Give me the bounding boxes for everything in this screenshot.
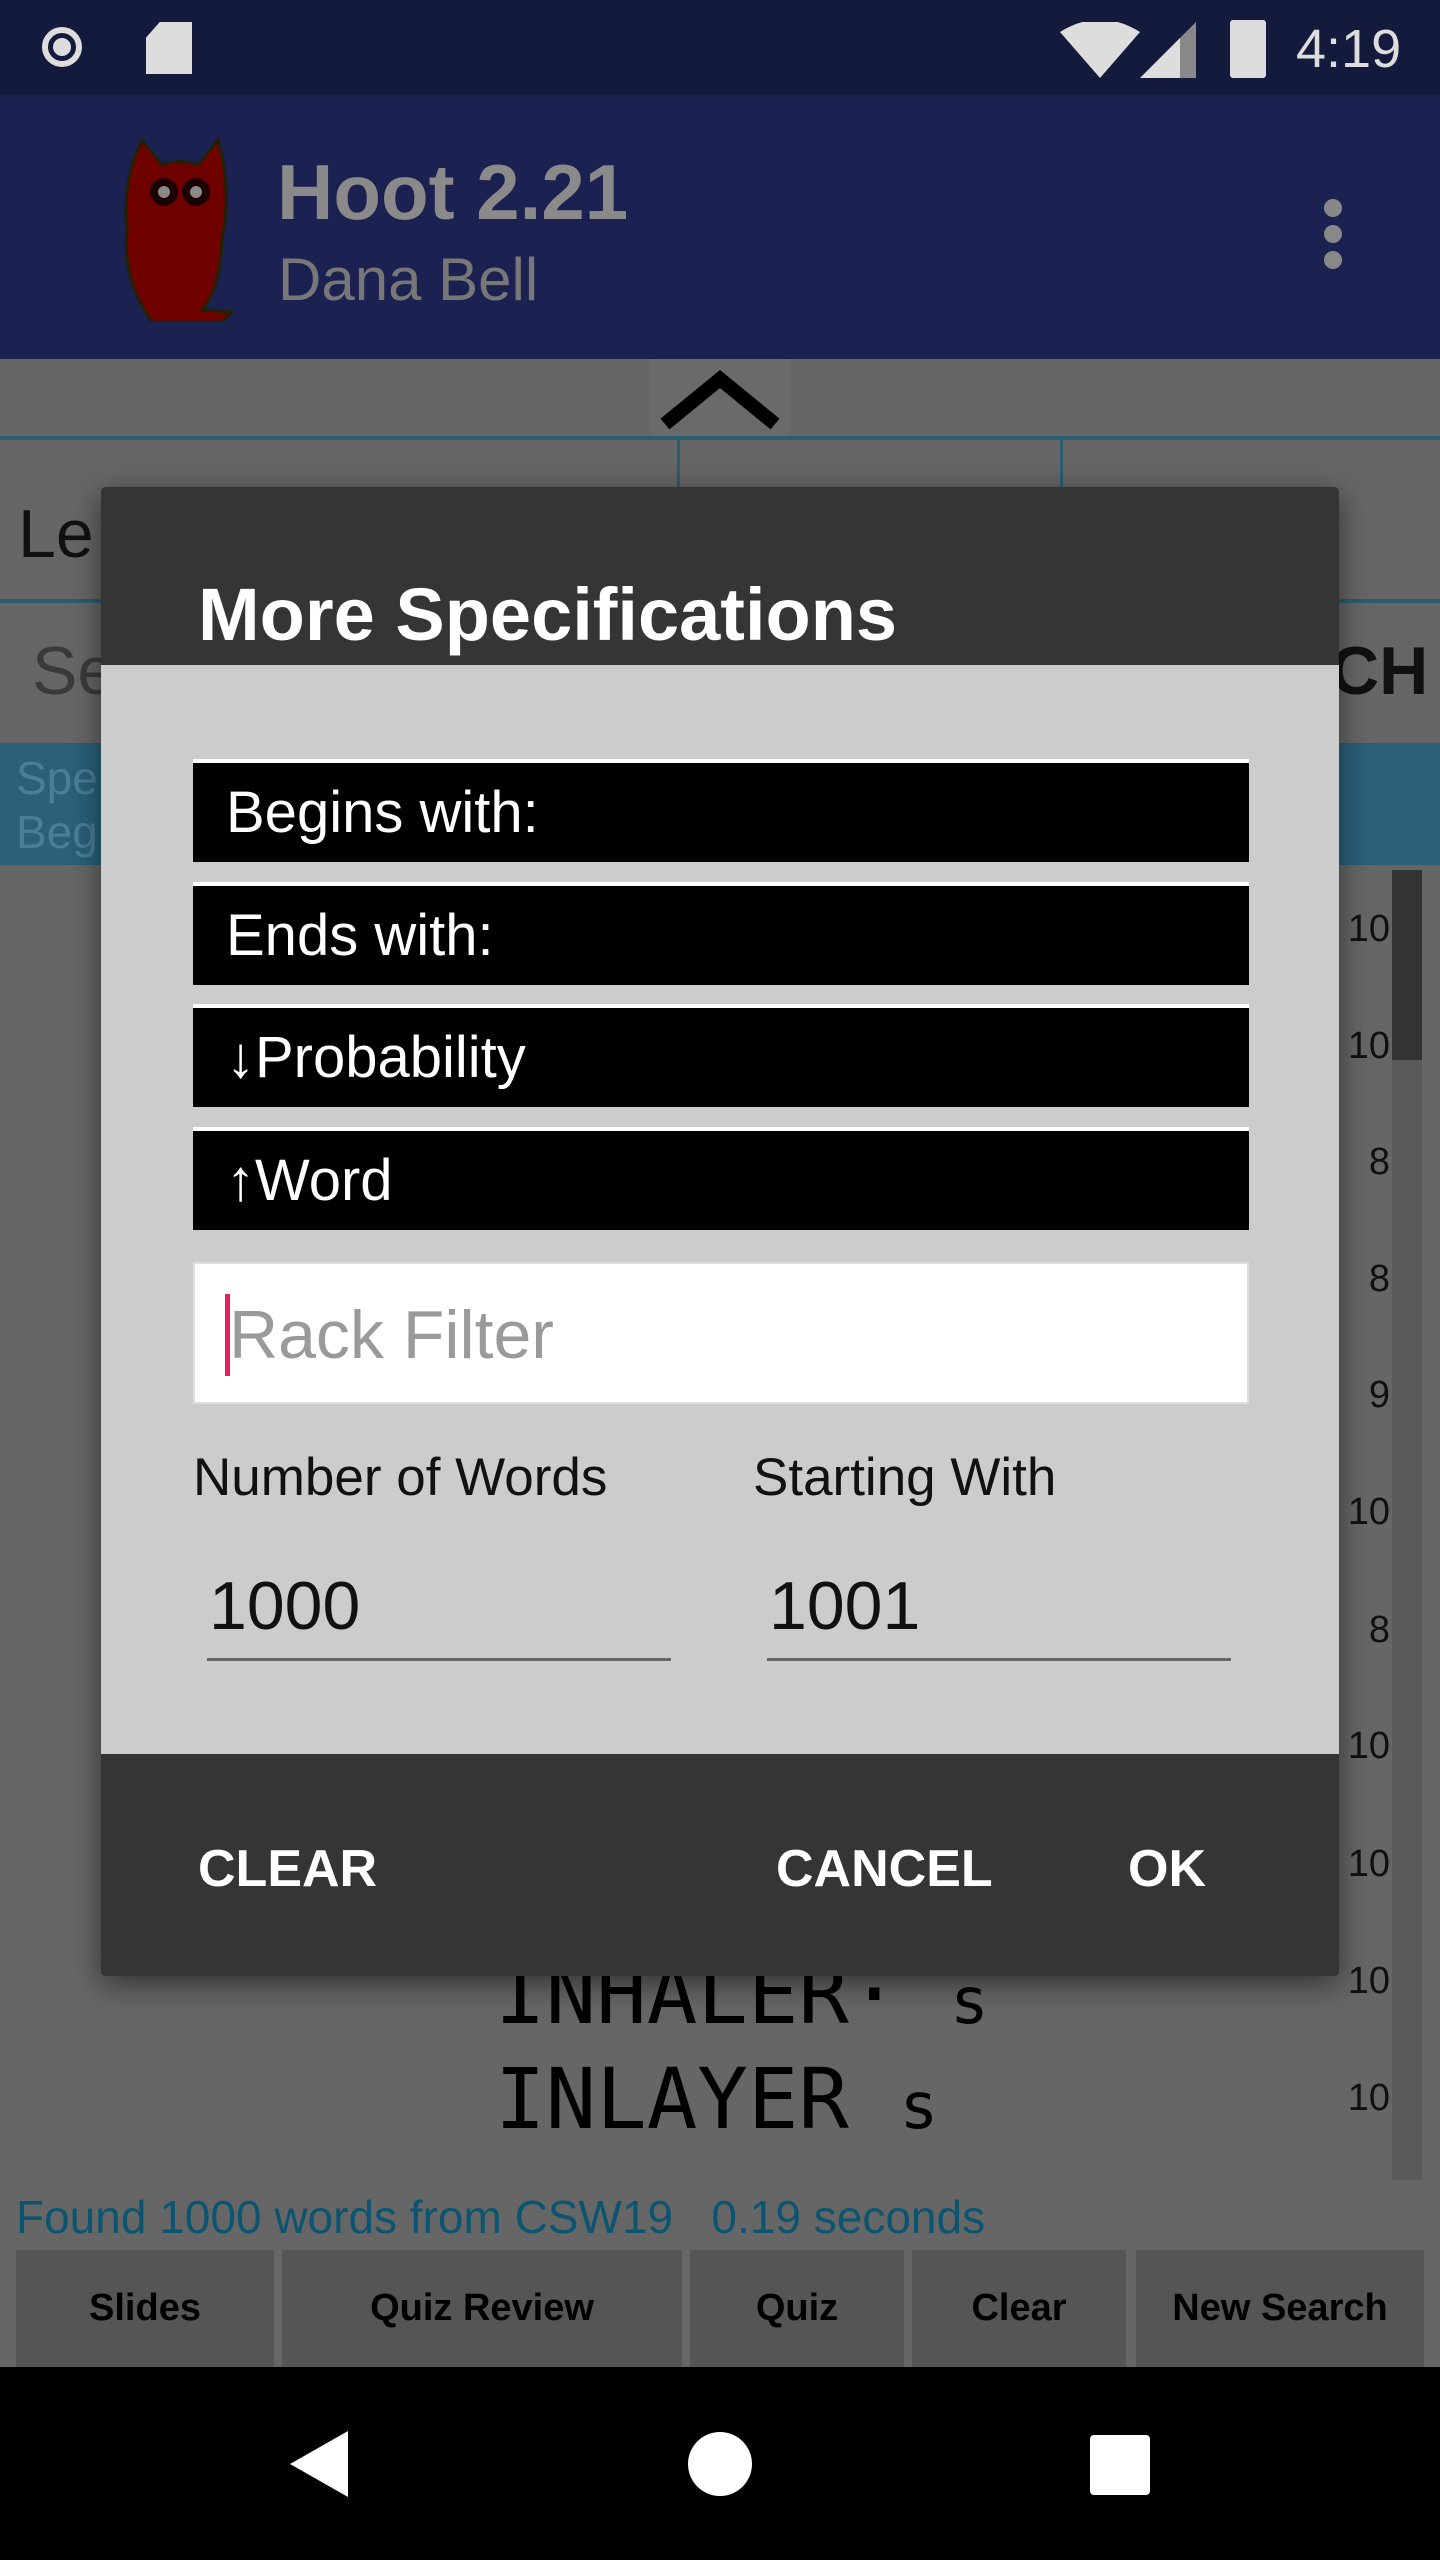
row-number: 10 [1347, 1025, 1390, 1067]
status-bar: 4:19 [0, 0, 1440, 95]
chevron-up-icon [660, 369, 780, 430]
app-subtitle: Dana Bell [278, 246, 539, 313]
row-number: 8 [1368, 1141, 1390, 1183]
word-row[interactable]: INLAYER s [495, 2050, 938, 2148]
divider [0, 436, 1440, 440]
search-button[interactable]: CH [1330, 632, 1428, 710]
probability-sort[interactable]: ↓Probability [193, 1004, 1249, 1107]
row-number: 10 [1347, 1725, 1390, 1767]
starting-with-label: Starting With [753, 1448, 1057, 1507]
row-number: 10 [1347, 1960, 1390, 2002]
row-number: 10 [1347, 1491, 1390, 1533]
scrollbar[interactable] [1392, 870, 1422, 2180]
dialog-header: More Specifications [101, 487, 1339, 665]
collapse-button[interactable] [650, 359, 790, 438]
dialog-title: More Specifications [198, 573, 898, 656]
results-status: Found 1000 words from CSW19 0.19 seconds [16, 2190, 985, 2244]
back-icon[interactable] [288, 2429, 352, 2499]
new-search-button[interactable]: New Search [1136, 2250, 1424, 2367]
number-of-words-input[interactable]: 1000 [209, 1567, 360, 1645]
spec-line-2: Beg [16, 806, 98, 858]
length-field-label: Le [18, 496, 94, 572]
battery-icon [1230, 20, 1266, 78]
app-bar: Hoot 2.21 Dana Bell [0, 95, 1440, 359]
quiz-review-button[interactable]: Quiz Review [282, 2250, 682, 2367]
hook: s [899, 2070, 939, 2144]
number-of-words-underline [207, 1658, 671, 1661]
more-specifications-dialog: More Specifications Begins with: Ends wi… [101, 487, 1339, 1976]
scrollbar-thumb[interactable] [1392, 870, 1422, 1060]
row-number: 10 [1347, 2077, 1390, 2119]
word: INLAYER [495, 2050, 850, 2148]
clock: 4:19 [1296, 19, 1402, 79]
navigation-bar [0, 2367, 1440, 2560]
rack-filter-input[interactable]: Rack Filter [193, 1262, 1249, 1404]
begins-with-field[interactable]: Begins with: [193, 759, 1249, 862]
divider [677, 438, 680, 488]
row-number: 10 [1347, 1843, 1390, 1885]
wifi-icon [1060, 22, 1140, 78]
dialog-cancel-button[interactable]: CANCEL [776, 1839, 993, 1899]
owl-logo-icon [124, 136, 236, 322]
sd-card-icon [146, 22, 192, 74]
clear-button[interactable]: Clear [912, 2250, 1126, 2367]
home-icon[interactable] [688, 2432, 752, 2496]
hook: s [950, 1965, 989, 2039]
slides-button[interactable]: Slides [16, 2250, 274, 2367]
spec-line-1: Spe [16, 752, 98, 804]
quiz-button[interactable]: Quiz [690, 2250, 904, 2367]
row-number: 8 [1368, 1609, 1390, 1651]
starting-with-input[interactable]: 1001 [769, 1567, 920, 1645]
row-number: 8 [1368, 1258, 1390, 1300]
overflow-menu-icon[interactable] [1318, 195, 1348, 275]
number-of-words-label: Number of Words [193, 1448, 608, 1507]
ends-with-field[interactable]: Ends with: [193, 882, 1249, 985]
app-title: Hoot 2.21 [277, 148, 629, 236]
record-icon [42, 27, 82, 67]
dialog-clear-button[interactable]: CLEAR [198, 1839, 377, 1899]
row-number: 10 [1347, 908, 1390, 950]
rack-filter-placeholder: Rack Filter [229, 1297, 554, 1373]
recents-icon[interactable] [1090, 2435, 1150, 2495]
row-number: 9 [1368, 1374, 1390, 1416]
found-text: Found 1000 words from CSW19 [16, 2191, 674, 2243]
divider [1060, 438, 1063, 488]
starting-with-underline [767, 1658, 1231, 1661]
dialog-ok-button[interactable]: OK [1128, 1839, 1206, 1899]
word-sort[interactable]: ↑Word [193, 1127, 1249, 1230]
time-text: 0.19 seconds [711, 2191, 986, 2243]
signal-icon [1140, 22, 1196, 78]
